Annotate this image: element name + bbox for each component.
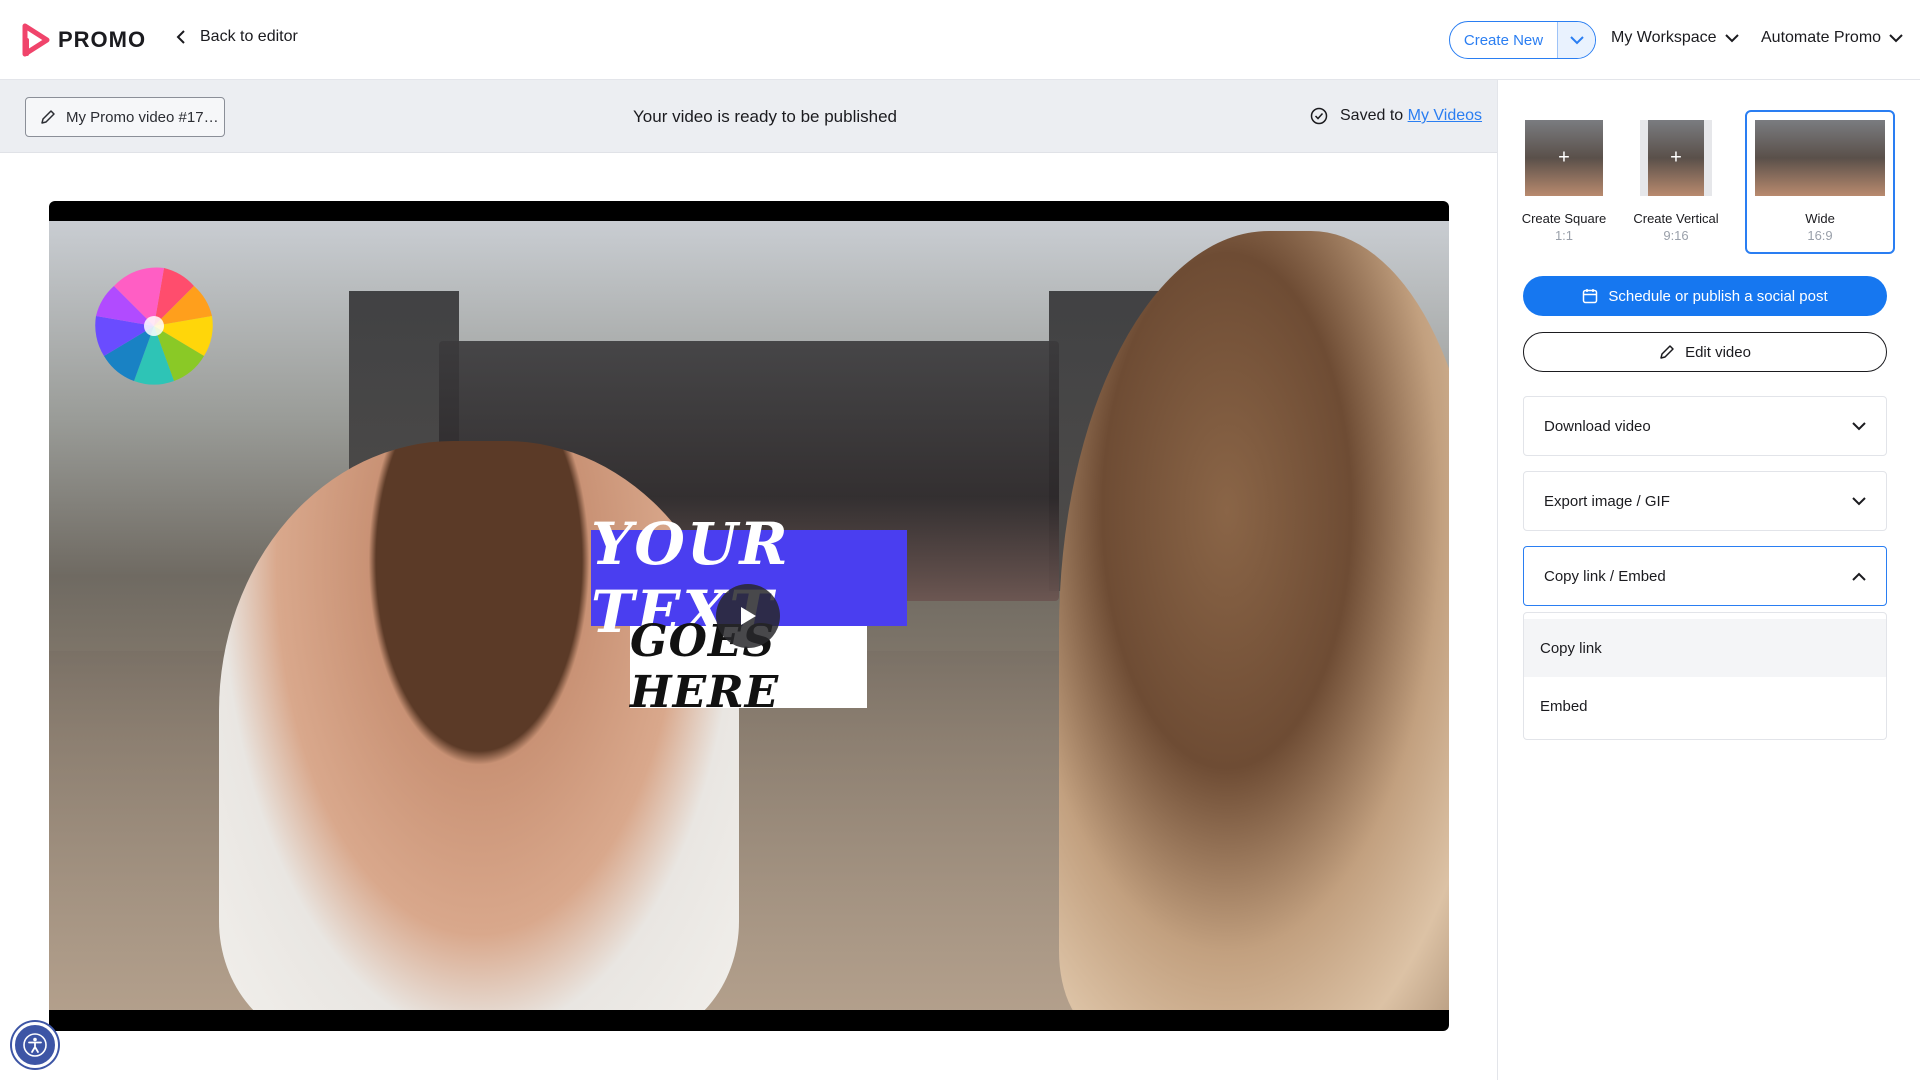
top-bar: PROMO Back to editor Create New My Works…: [0, 0, 1920, 80]
copy-link-option[interactable]: Copy link: [1524, 619, 1886, 677]
edit-video-button[interactable]: Edit video: [1523, 332, 1887, 372]
accessibility-button[interactable]: [12, 1022, 58, 1068]
chevron-left-icon: [176, 30, 185, 44]
chevron-down-icon: [1724, 33, 1739, 42]
brand-name: PROMO: [58, 27, 147, 52]
workspace-menu[interactable]: My Workspace: [1611, 29, 1739, 47]
workspace-label: My Workspace: [1611, 29, 1717, 46]
status-message: Your video is ready to be published: [633, 107, 897, 126]
publish-panel: + Create Square 1:1 + Create Vertical 9:…: [1499, 80, 1920, 1080]
chevron-down-icon: [1852, 421, 1866, 430]
embed-option[interactable]: Embed: [1524, 677, 1886, 735]
pencil-icon: [1660, 345, 1674, 359]
chevron-down-icon: [1569, 35, 1584, 44]
publish-header: My Promo video #17… Your video is ready …: [0, 80, 1497, 153]
main-content: My Promo video #17… Your video is ready …: [0, 80, 1498, 1080]
format-square[interactable]: + Create Square 1:1: [1519, 110, 1609, 254]
play-button[interactable]: [716, 584, 780, 648]
pinwheel-logo-icon: [95, 267, 213, 385]
promo-logo-icon: [22, 23, 50, 57]
chevron-up-icon: [1852, 572, 1866, 581]
automate-promo-menu[interactable]: Automate Promo: [1761, 29, 1903, 47]
calendar-icon: [1583, 289, 1598, 304]
copy-link-embed-menu: Copy link Embed: [1523, 612, 1887, 740]
back-to-editor-label: Back to editor: [200, 28, 298, 45]
promo-logo[interactable]: PROMO: [22, 23, 146, 57]
plus-icon: +: [1670, 146, 1682, 169]
create-new-button[interactable]: Create New: [1450, 22, 1557, 58]
create-new-dropdown-button[interactable]: [1557, 22, 1595, 58]
check-circle-icon: [1310, 107, 1328, 125]
format-vertical[interactable]: + Create Vertical 9:16: [1631, 110, 1721, 254]
format-square-thumbnail: +: [1525, 120, 1603, 196]
format-wide[interactable]: Wide 16:9: [1745, 110, 1895, 254]
saved-status: Saved to My Videos: [1310, 107, 1482, 125]
back-to-editor-link[interactable]: Back to editor: [176, 28, 298, 46]
schedule-post-button[interactable]: Schedule or publish a social post: [1523, 276, 1887, 316]
export-image-gif-accordion[interactable]: Export image / GIF: [1523, 471, 1887, 531]
format-wide-thumbnail: [1755, 120, 1885, 196]
format-vertical-thumbnail: +: [1648, 120, 1704, 196]
saved-prefix: Saved to: [1340, 107, 1404, 124]
create-new-split-button: Create New: [1449, 21, 1596, 59]
automate-promo-label: Automate Promo: [1761, 29, 1882, 46]
chevron-down-icon: [1852, 496, 1866, 505]
my-videos-link[interactable]: My Videos: [1408, 107, 1482, 124]
chevron-down-icon: [1889, 33, 1903, 42]
video-player[interactable]: YOUR TEXT GOES HERE: [49, 201, 1449, 1031]
plus-icon: +: [1558, 146, 1570, 169]
video-frame: YOUR TEXT GOES HERE: [49, 221, 1449, 1010]
accessibility-icon: [23, 1033, 47, 1057]
download-video-accordion[interactable]: Download video: [1523, 396, 1887, 456]
play-icon: [741, 607, 756, 625]
format-selector: + Create Square 1:1 + Create Vertical 9:…: [1519, 110, 1899, 254]
copy-link-embed-accordion[interactable]: Copy link / Embed: [1523, 546, 1887, 606]
